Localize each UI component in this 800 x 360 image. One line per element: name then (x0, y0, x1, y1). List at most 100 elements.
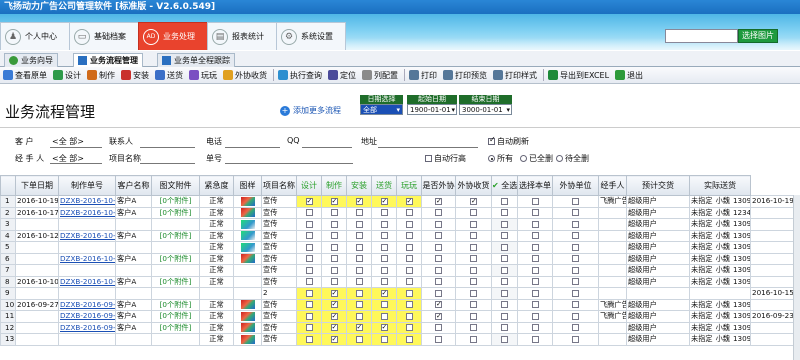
check-cell[interactable] (396, 287, 422, 300)
toolbar-button-3[interactable]: 安装 (119, 68, 151, 83)
column-header-19[interactable]: 预计交货 (626, 175, 690, 196)
choose-image-button[interactable]: 选择图片 (738, 29, 778, 43)
check-cell[interactable] (296, 206, 322, 219)
attachment-link[interactable]: [0个附件] (151, 229, 200, 242)
order-number-link[interactable]: DZXB-2016-09-22 (58, 321, 116, 334)
check-cell[interactable] (552, 333, 599, 346)
checkbox[interactable] (572, 232, 579, 240)
checkbox[interactable] (305, 289, 313, 297)
phone-input[interactable] (225, 147, 280, 148)
end-date-filter[interactable]: 结束日期 3000-01-01 ▾ (459, 95, 512, 115)
toolbar-button-1[interactable]: 设计 (51, 68, 83, 83)
checkbox[interactable] (501, 220, 508, 228)
checkbox[interactable] (501, 197, 508, 205)
check-cell[interactable] (491, 206, 518, 219)
checkbox[interactable] (380, 220, 388, 228)
checkbox[interactable] (355, 196, 363, 206)
column-header-11[interactable]: 送货 (371, 175, 397, 196)
check-cell[interactable] (552, 264, 599, 277)
check-cell[interactable] (321, 229, 347, 242)
column-header-1[interactable]: 下单日期 (15, 175, 59, 196)
check-cell[interactable] (346, 241, 372, 254)
check-cell[interactable] (371, 298, 397, 311)
checkbox[interactable] (572, 266, 579, 274)
project-input[interactable] (140, 163, 195, 164)
checkbox[interactable] (305, 243, 313, 251)
checkbox[interactable] (470, 312, 477, 320)
column-header-5[interactable]: 紧急度 (199, 175, 234, 196)
order-number-link[interactable]: DZXB-2016-10-12 (58, 252, 116, 265)
check-cell[interactable] (455, 241, 492, 254)
order-number-link[interactable]: DZXB-2016-09-27 (58, 298, 116, 311)
table-row[interactable]: 3 正常 宣传 超级用户未指定小魏1309987 (0, 218, 800, 231)
image-thumbnail-icon[interactable] (240, 231, 255, 241)
column-header-9[interactable]: 制作 (321, 175, 347, 196)
check-cell[interactable] (321, 333, 347, 346)
checkbox[interactable] (531, 197, 539, 205)
check-cell[interactable] (491, 298, 518, 311)
qq-input[interactable] (302, 147, 352, 148)
order-number-link[interactable] (58, 333, 116, 346)
checkbox[interactable] (531, 312, 539, 320)
checkbox[interactable] (531, 289, 539, 297)
column-header-2[interactable]: 制作单号 (58, 175, 116, 196)
column-header-14[interactable]: 外协收货 (455, 175, 492, 196)
toolbar-button-4[interactable]: 送货 (153, 68, 185, 83)
checkbox[interactable] (330, 220, 338, 228)
checkbox[interactable] (531, 232, 539, 240)
checkbox[interactable] (470, 255, 477, 263)
checkbox[interactable] (355, 301, 363, 309)
check-cell[interactable] (455, 287, 492, 300)
add-more-flow-link[interactable]: + 添加更多流程 (280, 105, 341, 116)
checkbox[interactable] (572, 255, 579, 263)
skin-input[interactable] (665, 29, 738, 43)
attachment-link[interactable] (151, 241, 200, 254)
checkbox[interactable] (405, 278, 413, 286)
checkbox[interactable] (435, 324, 442, 332)
check-cell[interactable] (421, 275, 456, 288)
check-cell[interactable] (321, 287, 347, 300)
attachment-link[interactable]: [0个附件] (151, 275, 200, 288)
address-input[interactable] (378, 147, 478, 148)
column-header-6[interactable]: 图样 (233, 175, 262, 196)
checkbox[interactable] (470, 324, 477, 332)
checkbox[interactable] (305, 266, 313, 274)
toolbar-button-10[interactable]: 打印 (407, 68, 439, 83)
image-thumbnail-icon[interactable] (240, 323, 255, 333)
auto-wrap-checkbox[interactable]: 自动行高 (425, 153, 466, 164)
toolbar-button-13[interactable]: 导出到EXCEL (546, 68, 611, 83)
main-tab-0[interactable]: ♟ 个人中心 (0, 22, 70, 50)
check-cell[interactable] (371, 264, 397, 277)
attachment-link[interactable]: [0个附件] (151, 195, 200, 208)
checkbox[interactable] (435, 209, 442, 217)
toolbar-button-12[interactable]: 打印样式 (491, 68, 539, 83)
order-number-link[interactable] (58, 218, 116, 231)
check-cell[interactable] (552, 310, 599, 323)
end-date-input[interactable]: 3000-01-01 ▾ (459, 104, 512, 115)
toolbar-button-0[interactable]: 查看原单 (1, 68, 49, 83)
check-cell[interactable] (396, 218, 422, 231)
checkbox[interactable] (572, 278, 579, 286)
order-number-link[interactable]: DZXB-2016-10-12 (58, 229, 116, 242)
checkbox[interactable] (405, 312, 413, 320)
check-cell[interactable] (296, 218, 322, 231)
table-row[interactable]: 12 DZXB-2016-09-22客户A[0个附件]正常 宣传 超级用户未指定小魏1… (0, 321, 800, 334)
attachment-link[interactable]: [0个附件] (151, 321, 200, 334)
checkbox[interactable] (355, 232, 363, 240)
checkbox[interactable] (501, 335, 508, 343)
image-thumbnail-icon[interactable] (240, 242, 255, 252)
check-cell[interactable] (396, 264, 422, 277)
check-cell[interactable] (491, 218, 518, 231)
check-cell[interactable] (371, 275, 397, 288)
check-cell[interactable] (517, 333, 553, 346)
checkbox[interactable] (305, 209, 313, 217)
checkbox[interactable] (470, 301, 477, 309)
checkbox[interactable] (531, 301, 539, 309)
order-number-link[interactable] (58, 287, 116, 300)
checkbox[interactable] (305, 324, 313, 332)
check-cell[interactable] (321, 264, 347, 277)
check-cell[interactable] (491, 310, 518, 323)
checkbox[interactable] (380, 323, 388, 332)
table-row[interactable]: 82016-10-10DZXB-2016-10-10客户A[0个附件]正常 宣传 超… (0, 275, 800, 288)
check-cell[interactable] (517, 321, 553, 334)
